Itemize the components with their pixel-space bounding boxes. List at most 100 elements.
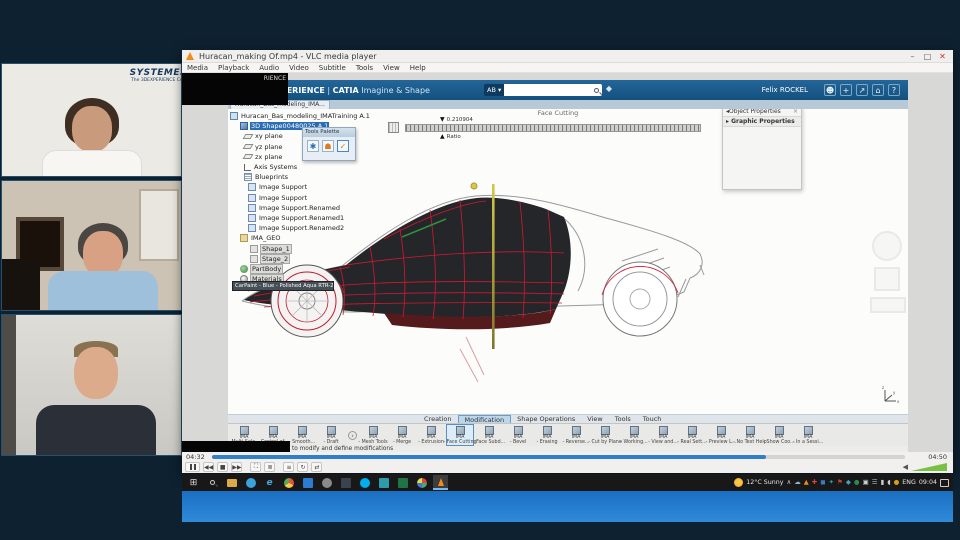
- home-icon[interactable]: ⌂: [872, 84, 884, 96]
- global-search[interactable]: AB ▾ ◆: [484, 84, 612, 96]
- app-icon-teal[interactable]: [376, 475, 391, 490]
- tray-network-icon[interactable]: ▮: [881, 475, 885, 490]
- clock[interactable]: 09:04: [919, 479, 937, 486]
- tray-show-hidden-icon[interactable]: ∧: [787, 475, 792, 490]
- tray-icon[interactable]: ✚: [812, 475, 817, 490]
- tray-icon[interactable]: ●: [854, 475, 860, 490]
- photos-app-icon[interactable]: [300, 475, 315, 490]
- app-icon-dark[interactable]: [338, 475, 353, 490]
- tool-extrusion[interactable]: IMA - Extrusion: [417, 424, 445, 446]
- tool-show-coordinates[interactable]: IMA - Show Coo...: [763, 424, 795, 446]
- ghost-box-tool-icon[interactable]: [874, 267, 900, 291]
- tool-real-settings[interactable]: IMA - Real Sett...: [677, 424, 707, 446]
- chrome-icon[interactable]: [281, 475, 296, 490]
- weather-text[interactable]: 12°C Sunny: [746, 479, 783, 486]
- ghost-sphere-tool-icon[interactable]: [872, 231, 902, 261]
- profile-icon[interactable]: ☻: [824, 84, 836, 96]
- axis-triad-icon[interactable]: x z y: [880, 385, 900, 405]
- tree-item-image-support-renamed2[interactable]: Image Support.Renamed2: [230, 223, 371, 233]
- file-explorer-icon[interactable]: [224, 475, 239, 490]
- validate-checkbox-icon[interactable]: ✓: [337, 140, 349, 152]
- tool-bevel[interactable]: IMA - Bevel: [504, 424, 532, 446]
- tray-icon[interactable]: ▣: [863, 475, 869, 490]
- excel-icon[interactable]: [395, 475, 410, 490]
- vlc-taskbar-icon[interactable]: [433, 475, 448, 490]
- menu-playback[interactable]: Playback: [213, 64, 254, 72]
- tree-item-image-support[interactable]: Image Support: [230, 193, 371, 203]
- skype-icon[interactable]: [357, 475, 372, 490]
- tool-draft[interactable]: IMA - Draft: [317, 424, 345, 446]
- tool-merge[interactable]: IMA - Merge: [388, 424, 416, 446]
- tree-item-ima-geo[interactable]: IMA_GEO: [230, 233, 371, 243]
- tool-cut-by-plane[interactable]: IMA - Cut by Plane: [588, 424, 622, 446]
- vlc-video-area[interactable]: RIENCE 3DEXPERIENCE | CATIA Imagine & Sh…: [182, 73, 953, 452]
- seek-bar[interactable]: [212, 455, 905, 459]
- tool-mesh-tools[interactable]: IMA - Mesh Tools: [358, 424, 388, 446]
- tree-item-shape1[interactable]: Shape_1: [230, 243, 371, 254]
- panel-close-icon[interactable]: ×: [793, 109, 798, 116]
- menu-tools[interactable]: Tools: [351, 64, 378, 72]
- tree-item-partbody[interactable]: PartBody: [230, 263, 371, 274]
- add-icon[interactable]: +: [840, 84, 852, 96]
- tree-item-image-support-renamed[interactable]: Image Support.Renamed: [230, 203, 371, 213]
- app-icon-color[interactable]: [414, 475, 429, 490]
- grid-options-icon[interactable]: [388, 122, 399, 133]
- tool-face-cutting[interactable]: IMA - Face Cutting: [443, 424, 477, 446]
- volume-slider[interactable]: [911, 463, 947, 471]
- tree-item-stage2[interactable]: Stage_2: [230, 253, 371, 264]
- search-button[interactable]: [590, 84, 602, 96]
- language-indicator[interactable]: ENG: [902, 479, 916, 486]
- help-icon[interactable]: ?: [888, 84, 900, 96]
- action-center-icon[interactable]: [940, 478, 949, 487]
- tree-item-image-support-renamed1[interactable]: Image Support.Renamed1: [230, 213, 371, 223]
- user-name[interactable]: Felix ROCKEL: [762, 86, 808, 94]
- tool-view-and[interactable]: IMA - View and...: [648, 424, 678, 446]
- slider-marker-top[interactable]: ▼ 0.210904: [440, 116, 473, 123]
- stop-button[interactable]: ■: [217, 462, 229, 472]
- tray-icon[interactable]: ◼: [820, 475, 825, 490]
- menu-video[interactable]: Video: [284, 64, 314, 72]
- tree-item-axis-systems[interactable]: Axis Systems: [230, 162, 371, 172]
- menu-audio[interactable]: Audio: [254, 64, 284, 72]
- menu-subtitle[interactable]: Subtitle: [314, 64, 351, 72]
- tray-icon[interactable]: ☰: [872, 475, 878, 490]
- fullscreen-button[interactable]: ⛶: [250, 462, 262, 472]
- edge-icon[interactable]: [243, 475, 258, 490]
- graphic-properties-title[interactable]: Graphic Properties: [731, 118, 795, 125]
- share-icon[interactable]: ↗: [856, 84, 868, 96]
- menu-media[interactable]: Media: [182, 64, 213, 72]
- tool-preview[interactable]: IMA - Preview L...: [706, 424, 736, 446]
- tool-erasing[interactable]: IMA - Erasing: [533, 424, 561, 446]
- tool-no-text-help[interactable]: IMA - No Text Help: [733, 424, 767, 446]
- tray-volume-icon[interactable]: ◖: [887, 475, 890, 490]
- vlc-titlebar[interactable]: Huracan_making Of.mp4 - VLC media player…: [182, 50, 953, 63]
- tree-root[interactable]: Huracan_Bas_modeling_IMATraining A.1: [230, 111, 371, 121]
- toolbar-expand-icon[interactable]: ›: [348, 430, 357, 440]
- start-button[interactable]: ⊞: [186, 475, 201, 490]
- tray-vlc-icon[interactable]: ▲: [804, 475, 809, 490]
- tray-icon[interactable]: ⚑: [837, 475, 843, 490]
- menu-help[interactable]: Help: [405, 64, 431, 72]
- weather-sun-icon[interactable]: [734, 478, 744, 487]
- tray-icon[interactable]: ●: [894, 475, 900, 490]
- minimize-button[interactable]: –: [906, 51, 919, 62]
- tray-onedrive-icon[interactable]: ☁: [794, 475, 801, 490]
- close-button[interactable]: ✕: [936, 51, 949, 62]
- tag-icon[interactable]: ◆: [606, 84, 612, 96]
- tool-reverse[interactable]: IMA - Reverse...: [562, 424, 590, 446]
- previous-button[interactable]: ◀◀: [203, 462, 215, 472]
- maximize-button[interactable]: □: [921, 51, 934, 62]
- volume-icon[interactable]: ◀: [903, 463, 908, 471]
- ratio-slider[interactable]: [405, 124, 701, 132]
- menu-view[interactable]: View: [378, 64, 405, 72]
- object-properties-title[interactable]: Object Properties: [729, 109, 781, 116]
- ghost-slab-tool-icon[interactable]: [870, 297, 906, 313]
- 3d-viewport[interactable]: Face Cutting ▼ 0.210904 ▲ Ratio Tools Pa…: [228, 109, 908, 414]
- mesh-hand-icon[interactable]: ☗: [322, 140, 334, 152]
- tree-item-blueprints[interactable]: Blueprints: [230, 172, 371, 182]
- shuffle-button[interactable]: ⇄: [311, 462, 323, 472]
- playlist-button[interactable]: ≡: [283, 462, 295, 472]
- next-button[interactable]: ▶▶: [231, 462, 243, 472]
- loop-button[interactable]: ↻: [297, 462, 309, 472]
- internet-explorer-icon[interactable]: e: [262, 475, 277, 490]
